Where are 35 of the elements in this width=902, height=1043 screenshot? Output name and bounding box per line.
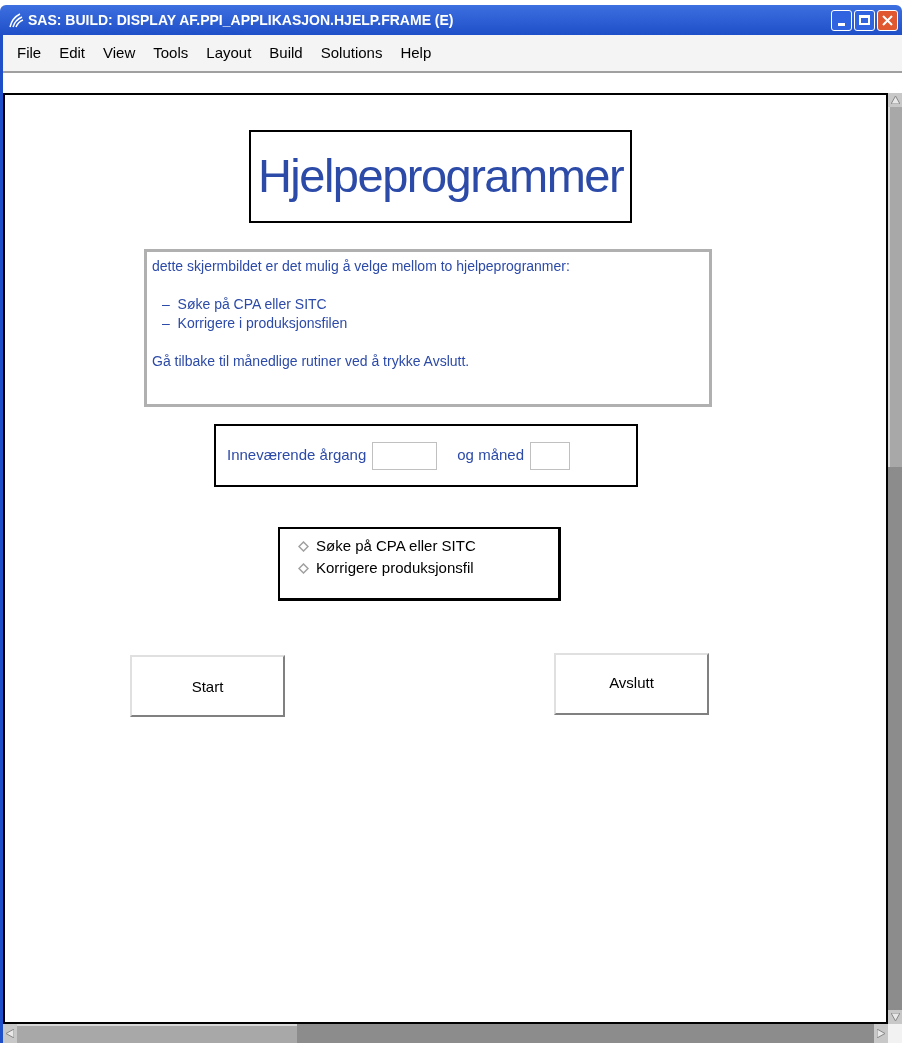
scroll-left-icon[interactable] (3, 1024, 17, 1043)
scroll-thumb[interactable] (17, 1024, 297, 1043)
menu-item[interactable]: Edit (51, 41, 94, 65)
menu-item[interactable]: Layout (198, 41, 260, 65)
menu-item[interactable]: Help (392, 41, 440, 65)
radio-option[interactable]: Korrigere produksjonsfil (298, 557, 474, 579)
close-icon (882, 14, 893, 26)
minimize-button[interactable] (831, 9, 852, 31)
horizontal-scrollbar[interactable] (3, 1024, 888, 1043)
field-label: og måned (457, 445, 524, 466)
scroll-down-icon[interactable] (888, 1010, 902, 1024)
info-text: dette skjermbildet er det mulig å velge mellom to hjelpeprogranmer: (152, 257, 571, 276)
action-button[interactable]: Avslutt (554, 653, 709, 715)
close-button[interactable] (877, 9, 898, 31)
input-field[interactable] (530, 441, 570, 470)
info-list-item: – Korrigere i produksjonsfilen (162, 314, 349, 333)
menu-item[interactable]: Solutions (312, 41, 391, 65)
info-list-item: – Søke på CPA eller SITC (162, 295, 328, 314)
scroll-up-icon[interactable] (888, 93, 902, 107)
maximize-button[interactable] (854, 9, 875, 31)
menu-item[interactable]: File (9, 41, 50, 65)
heading: Hjelpeprogrammer (257, 148, 624, 205)
scroll-thumb[interactable] (888, 107, 902, 467)
radio-option[interactable]: Søke på CPA eller SITC (298, 535, 476, 557)
vertical-scrollbar[interactable] (888, 93, 902, 1024)
menu-item[interactable]: View (95, 41, 144, 65)
field-label: Inneværende årgang (227, 445, 367, 466)
input-field[interactable] (372, 441, 438, 470)
info-text: Gå tilbake til månedlige rutiner ved å trykke Avslutt. (152, 352, 471, 371)
menu-item[interactable]: Build (261, 41, 311, 65)
window-title: SAS: BUILD: DISPLAY AF.PPI_APPLIKASJON.HJELP.FRAME (E) (28, 10, 455, 30)
scroll-right-icon[interactable] (874, 1024, 888, 1043)
app-logo-icon (8, 12, 24, 28)
action-button[interactable]: Start (130, 655, 285, 717)
menu-item[interactable]: Tools (145, 41, 197, 65)
